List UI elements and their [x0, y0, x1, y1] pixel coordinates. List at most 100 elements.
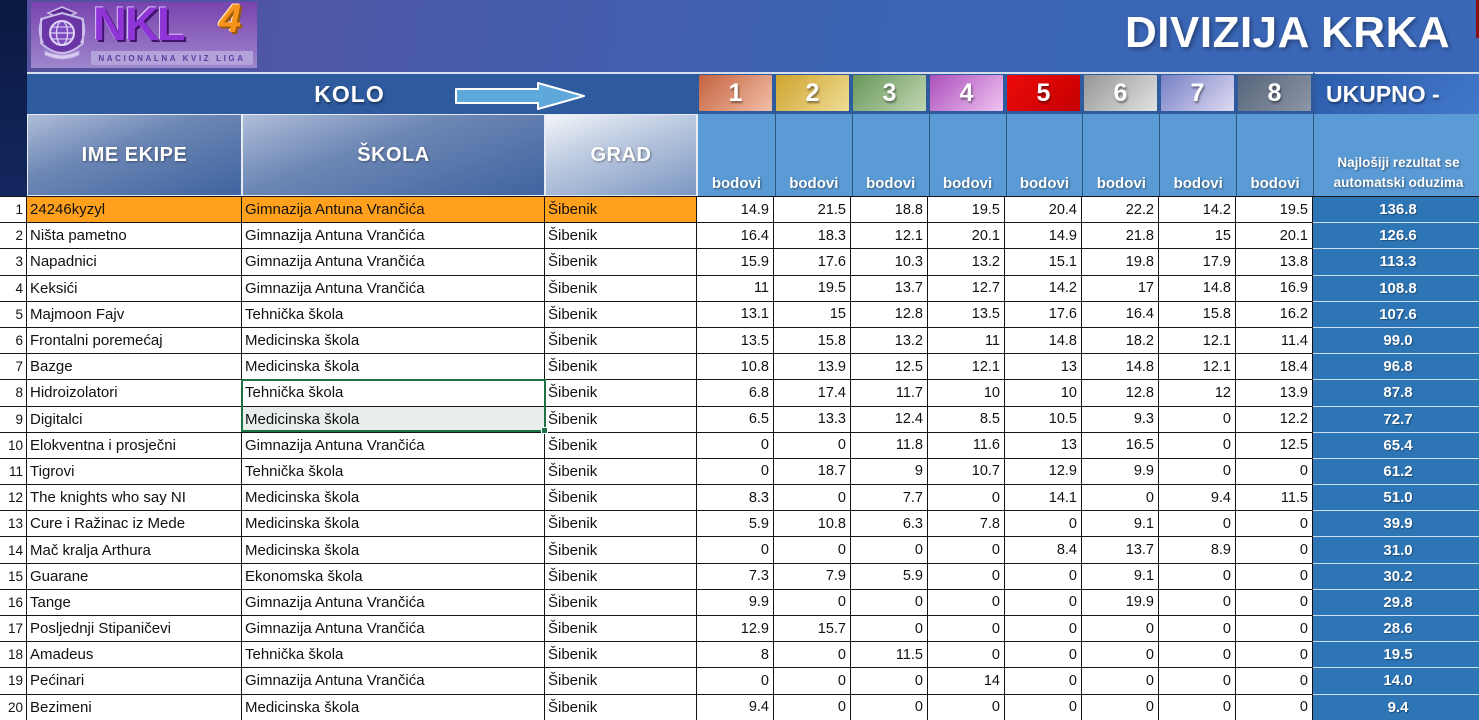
- points-subheader-round-3[interactable]: bodovi: [852, 114, 929, 196]
- cell-score-round-8[interactable]: 12.5: [1236, 433, 1313, 459]
- cell-score-round-5[interactable]: 13: [1005, 354, 1082, 380]
- cell-school[interactable]: Gimnazija Antuna Vrančića: [242, 433, 545, 459]
- cell-city[interactable]: Šibenik: [545, 616, 697, 642]
- cell-score-round-8[interactable]: 0: [1236, 616, 1313, 642]
- cell-score-round-7[interactable]: 14.2: [1159, 197, 1236, 223]
- cell-score-round-5[interactable]: 0: [1005, 642, 1082, 668]
- cell-school[interactable]: Medicinska škola: [242, 354, 545, 380]
- cell-score-round-6[interactable]: 0: [1082, 642, 1159, 668]
- cell-team[interactable]: Ništa pametno: [27, 223, 242, 249]
- cell-score-round-8[interactable]: 0: [1236, 459, 1313, 485]
- cell-score-round-4[interactable]: 20.1: [928, 223, 1005, 249]
- row-rank[interactable]: 13: [0, 511, 27, 537]
- cell-score-round-1[interactable]: 14.9: [697, 197, 774, 223]
- cell-score-round-8[interactable]: 18.4: [1236, 354, 1313, 380]
- cell-score-round-2[interactable]: 15: [774, 302, 851, 328]
- cell-score-round-4[interactable]: 0: [928, 564, 1005, 590]
- cell-score-round-2[interactable]: 15.8: [774, 328, 851, 354]
- cell-score-round-6[interactable]: 0: [1082, 485, 1159, 511]
- cell-score-round-2[interactable]: 0: [774, 668, 851, 694]
- cell-total[interactable]: 30.2: [1313, 564, 1479, 590]
- cell-score-round-7[interactable]: 0: [1159, 433, 1236, 459]
- cell-score-round-7[interactable]: 14.8: [1159, 276, 1236, 302]
- cell-school[interactable]: Gimnazija Antuna Vrančića: [242, 249, 545, 275]
- cell-score-round-8[interactable]: 11.4: [1236, 328, 1313, 354]
- cell-total[interactable]: 65.4: [1313, 433, 1479, 459]
- cell-score-round-1[interactable]: 8: [697, 642, 774, 668]
- cell-score-round-7[interactable]: 15: [1159, 223, 1236, 249]
- cell-city[interactable]: Šibenik: [545, 197, 697, 223]
- cell-team[interactable]: 24246kyzyl: [27, 197, 242, 223]
- cell-score-round-8[interactable]: 13.9: [1236, 380, 1313, 406]
- cell-city[interactable]: Šibenik: [545, 511, 697, 537]
- cell-score-round-6[interactable]: 0: [1082, 668, 1159, 694]
- cell-score-round-1[interactable]: 10.8: [697, 354, 774, 380]
- cell-team[interactable]: Frontalni poremećaj: [27, 328, 242, 354]
- cell-city[interactable]: Šibenik: [545, 328, 697, 354]
- cell-score-round-1[interactable]: 9.9: [697, 590, 774, 616]
- cell-score-round-4[interactable]: 13.2: [928, 249, 1005, 275]
- cell-school[interactable]: Gimnazija Antuna Vrančića: [242, 668, 545, 694]
- cell-total[interactable]: 31.0: [1313, 537, 1479, 563]
- points-subheader-round-2[interactable]: bodovi: [775, 114, 852, 196]
- cell-score-round-2[interactable]: 15.7: [774, 616, 851, 642]
- cell-score-round-3[interactable]: 13.2: [851, 328, 928, 354]
- cell-score-round-3[interactable]: 5.9: [851, 564, 928, 590]
- cell-team[interactable]: Tange: [27, 590, 242, 616]
- cell-score-round-4[interactable]: 19.5: [928, 197, 1005, 223]
- cell-total[interactable]: 51.0: [1313, 485, 1479, 511]
- cell-score-round-5[interactable]: 17.6: [1005, 302, 1082, 328]
- cell-score-round-6[interactable]: 12.8: [1082, 380, 1159, 406]
- cell-score-round-5[interactable]: 0: [1005, 564, 1082, 590]
- cell-city[interactable]: Šibenik: [545, 276, 697, 302]
- cell-total[interactable]: 108.8: [1313, 276, 1479, 302]
- cell-total[interactable]: 14.0: [1313, 668, 1479, 694]
- cell-score-round-8[interactable]: 0: [1236, 668, 1313, 694]
- row-rank[interactable]: 16: [0, 590, 27, 616]
- cell-city[interactable]: Šibenik: [545, 302, 697, 328]
- cell-score-round-1[interactable]: 0: [697, 433, 774, 459]
- cell-team[interactable]: The knights who say NI: [27, 485, 242, 511]
- cell-score-round-3[interactable]: 0: [851, 668, 928, 694]
- cell-score-round-1[interactable]: 0: [697, 668, 774, 694]
- round-header-7[interactable]: 7: [1159, 74, 1236, 114]
- cell-school[interactable]: Medicinska škola: [242, 407, 545, 433]
- cell-city[interactable]: Šibenik: [545, 249, 697, 275]
- cell-score-round-1[interactable]: 0: [697, 459, 774, 485]
- row-rank[interactable]: 15: [0, 564, 27, 590]
- cell-score-round-1[interactable]: 8.3: [697, 485, 774, 511]
- cell-score-round-7[interactable]: 0: [1159, 590, 1236, 616]
- cell-score-round-4[interactable]: 0: [928, 642, 1005, 668]
- cell-score-round-5[interactable]: 12.9: [1005, 459, 1082, 485]
- points-subheader-round-4[interactable]: bodovi: [929, 114, 1006, 196]
- cell-score-round-7[interactable]: 0: [1159, 459, 1236, 485]
- cell-city[interactable]: Šibenik: [545, 485, 697, 511]
- cell-total[interactable]: 19.5: [1313, 642, 1479, 668]
- cell-score-round-4[interactable]: 13.5: [928, 302, 1005, 328]
- team-column-header[interactable]: IME EKIPE: [27, 114, 242, 196]
- cell-score-round-8[interactable]: 13.8: [1236, 249, 1313, 275]
- cell-school[interactable]: Gimnazija Antuna Vrančića: [242, 616, 545, 642]
- cell-score-round-5[interactable]: 8.4: [1005, 537, 1082, 563]
- cell-score-round-3[interactable]: 0: [851, 590, 928, 616]
- cell-score-round-7[interactable]: 15.8: [1159, 302, 1236, 328]
- round-header-2[interactable]: 2: [774, 74, 851, 114]
- cell-score-round-2[interactable]: 18.3: [774, 223, 851, 249]
- row-rank[interactable]: 4: [0, 276, 27, 302]
- cell-score-round-2[interactable]: 10.8: [774, 511, 851, 537]
- cell-score-round-6[interactable]: 13.7: [1082, 537, 1159, 563]
- cell-score-round-1[interactable]: 0: [697, 537, 774, 563]
- cell-score-round-3[interactable]: 0: [851, 616, 928, 642]
- cell-score-round-8[interactable]: 0: [1236, 695, 1313, 720]
- cell-score-round-8[interactable]: 19.5: [1236, 197, 1313, 223]
- cell-score-round-8[interactable]: 12.2: [1236, 407, 1313, 433]
- cell-score-round-1[interactable]: 6.8: [697, 380, 774, 406]
- round-header-5[interactable]: 5: [1005, 74, 1082, 114]
- cell-total[interactable]: 72.7: [1313, 407, 1479, 433]
- cell-score-round-7[interactable]: 0: [1159, 564, 1236, 590]
- cell-city[interactable]: Šibenik: [545, 354, 697, 380]
- cell-team[interactable]: Digitalci: [27, 407, 242, 433]
- city-column-header[interactable]: GRAD: [545, 114, 697, 196]
- cell-score-round-6[interactable]: 9.1: [1082, 511, 1159, 537]
- cell-total[interactable]: 39.9: [1313, 511, 1479, 537]
